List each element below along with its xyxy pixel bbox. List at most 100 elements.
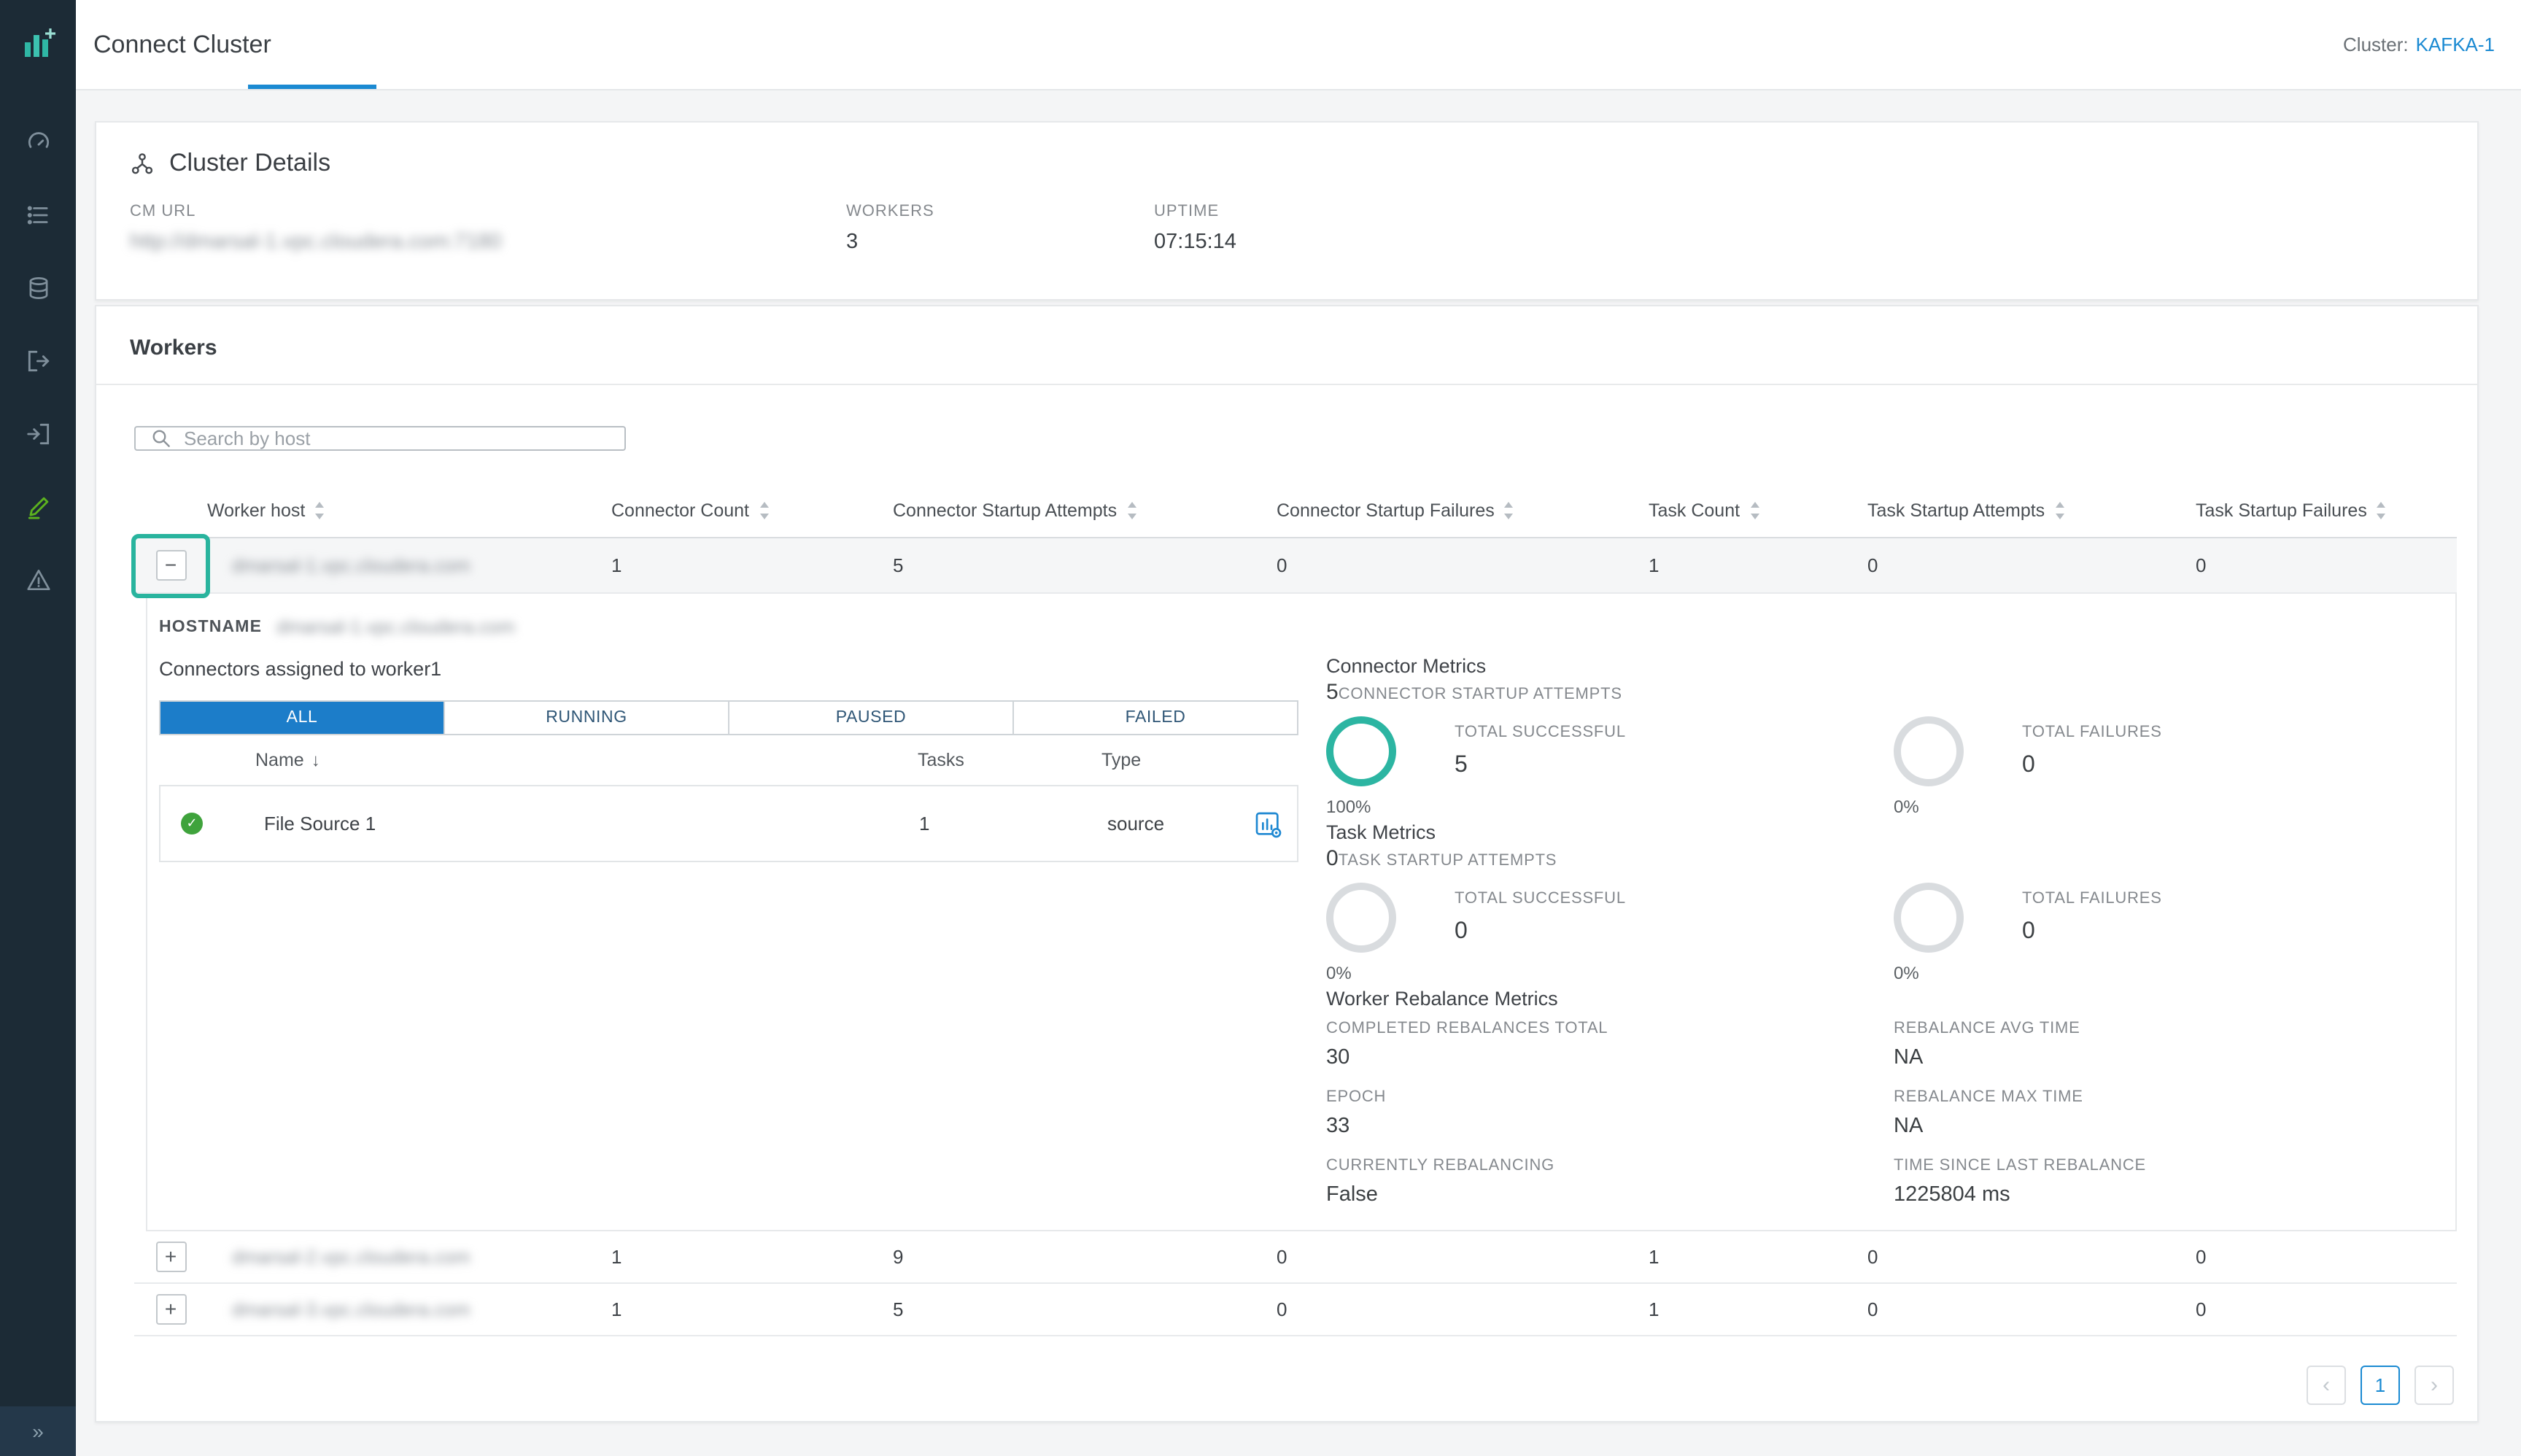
workers-section-title: Workers	[96, 306, 2477, 385]
hostname-label: HOSTNAME	[159, 618, 262, 635]
sort-desc-icon: ↓	[311, 750, 320, 770]
workers-card: Workers Worker host	[95, 305, 2479, 1422]
tab-running[interactable]: RUNNING	[444, 702, 728, 734]
cluster-details-card: Cluster Details CM URL http://dmarsal-1.…	[95, 121, 2479, 301]
database-icon	[24, 274, 52, 301]
metric-label: EPOCH	[1326, 1088, 1894, 1106]
sort-icon	[2053, 501, 2065, 519]
sidebar-item-topics[interactable]	[0, 178, 76, 251]
worker-row-3[interactable]: + dmarsal-3.vpc.cloudera.com 1 5 0 1 0 0	[134, 1284, 2457, 1336]
sidebar-item-overview[interactable]	[0, 105, 76, 178]
cluster-details-header: Cluster Details	[130, 149, 2444, 178]
worker-row-2[interactable]: + dmarsal-2.vpc.cloudera.com 1 9 0 1 0 0	[134, 1231, 2457, 1284]
search-icon	[150, 427, 172, 449]
task-startup-failures: 0	[2196, 1246, 2457, 1268]
column-header-worker-host[interactable]: Worker host	[207, 500, 611, 520]
column-header-connector-startup-failures[interactable]: Connector Startup Failures	[1277, 500, 1649, 520]
epoch-metric: EPOCH 33	[1326, 1088, 1894, 1138]
sidebar-item-consumer-groups[interactable]	[0, 324, 76, 397]
task-success-metric: 0% TOTAL SUCCESSFUL 0	[1326, 883, 1894, 983]
search-input[interactable]	[184, 427, 610, 449]
column-header-task-count[interactable]: Task Count	[1649, 500, 1867, 520]
connector-startup-failures: 0	[1277, 1246, 1649, 1268]
task-count: 1	[1649, 1298, 1867, 1320]
metric-value: 1225804 ms	[1894, 1183, 2432, 1207]
connector-startup-attempts: 5	[893, 554, 1277, 576]
connector-name: File Source 1	[264, 813, 376, 835]
cluster-label: Cluster:	[2343, 34, 2409, 55]
success-labels: TOTAL SUCCESSFUL 0	[1455, 883, 1626, 983]
success-labels: TOTAL SUCCESSFUL 5	[1455, 716, 1626, 817]
connector-success-metric: 100% TOTAL SUCCESSFUL 5	[1326, 716, 1894, 817]
column-header-task-startup-attempts[interactable]: Task Startup Attempts	[1867, 500, 2196, 520]
column-header-type[interactable]: Type	[1101, 750, 1298, 770]
page-number-button[interactable]: 1	[2361, 1366, 2400, 1405]
sidebar-item-producers[interactable]	[0, 397, 76, 470]
failures-percent: 0%	[1894, 963, 1964, 983]
arrow-in-icon	[24, 419, 52, 447]
sidebar-item-connect[interactable]	[0, 470, 76, 543]
sort-icon	[758, 501, 770, 519]
column-header-connector-startup-attempts[interactable]: Connector Startup Attempts	[893, 500, 1277, 520]
column-header-task-startup-failures[interactable]: Task Startup Failures	[2196, 500, 2457, 520]
expand-row-button[interactable]: +	[155, 1242, 186, 1272]
column-header-connector-count[interactable]: Connector Count	[611, 500, 893, 520]
total-failures-value: 0	[2022, 919, 2162, 945]
failures-percent: 0%	[1894, 797, 1964, 817]
uptime-value: 07:15:14	[1154, 231, 1236, 254]
success-donut-chart	[1326, 883, 1396, 953]
status-running-icon: ✓	[181, 813, 203, 835]
expand-row-button[interactable]: +	[155, 1294, 186, 1325]
sidebar-nav	[0, 105, 76, 616]
connector-type: source	[1107, 813, 1164, 835]
metric-value: NA	[1894, 1046, 2432, 1069]
cluster-name-link[interactable]: KAFKA-1	[2416, 34, 2495, 55]
column-header-tasks[interactable]: Tasks	[918, 750, 1101, 770]
uptime-field: UPTIME 07:15:14	[1154, 203, 1236, 254]
column-header-name[interactable]: Name ↓	[159, 750, 918, 770]
failures-donut-chart	[1894, 883, 1964, 953]
connectors-table-header: Name ↓ Tasks Type	[159, 735, 1298, 785]
worker-row-1[interactable]: − dmarsal-1.vpc.cloudera.com 1 5 0 1 0 0	[134, 538, 2457, 594]
sort-icon	[1126, 501, 1137, 519]
active-tab-indicator	[248, 85, 376, 89]
success-percent: 100%	[1326, 797, 1396, 817]
workers-label: WORKERS	[846, 203, 1154, 220]
connector-row[interactable]: ✓ File Source 1 1 source	[159, 785, 1298, 862]
currently-rebalancing-metric: CURRENTLY REBALANCING False	[1326, 1157, 1894, 1207]
pagination: ‹ 1 ›	[134, 1336, 2457, 1422]
sidebar-item-alerts[interactable]	[0, 543, 76, 616]
connector-count: 1	[611, 1298, 893, 1320]
sidebar-item-brokers[interactable]	[0, 251, 76, 324]
smm-logo-icon	[19, 25, 57, 63]
app-logo[interactable]	[0, 0, 76, 88]
sidebar-expand-button[interactable]: »	[0, 1406, 76, 1456]
total-failures-value: 0	[2022, 753, 2162, 779]
column-label: Name	[255, 750, 304, 770]
metrics-panel: Connector Metrics 5 CONNECTOR STARTUP AT…	[1326, 655, 2432, 1207]
expand-cell: −	[134, 538, 207, 592]
connector-startup-attempts: 9	[893, 1246, 1277, 1268]
metric-label: REBALANCE AVG TIME	[1894, 1020, 2432, 1037]
metric-value: False	[1326, 1183, 1894, 1207]
success-donut-chart	[1326, 716, 1396, 786]
tab-all[interactable]: ALL	[160, 702, 444, 734]
arrow-out-icon	[24, 346, 52, 374]
completed-rebalances-metric: COMPLETED REBALANCES TOTAL 30	[1326, 1020, 1894, 1069]
task-count: 1	[1649, 1246, 1867, 1268]
uptime-label: UPTIME	[1154, 203, 1236, 220]
main-area: Connect Cluster Cluster: KAFKA-1 Cluster…	[76, 0, 2521, 1456]
cluster-icon	[130, 151, 155, 176]
prev-page-button[interactable]: ‹	[2307, 1366, 2346, 1405]
total-successful-label: TOTAL SUCCESSFUL	[1455, 724, 1626, 741]
tab-failed[interactable]: FAILED	[1012, 702, 1297, 734]
connector-profile-button[interactable]	[1253, 809, 1282, 838]
total-failures-label: TOTAL FAILURES	[2022, 724, 2162, 741]
tab-paused[interactable]: PAUSED	[728, 702, 1012, 734]
column-label: Worker host	[207, 500, 305, 520]
next-page-button[interactable]: ›	[2414, 1366, 2454, 1405]
time-since-last-rebalance-metric: TIME SINCE LAST REBALANCE 1225804 ms	[1894, 1157, 2432, 1207]
total-failures-label: TOTAL FAILURES	[2022, 890, 2162, 907]
expand-cell: +	[134, 1231, 207, 1282]
collapse-row-button[interactable]: −	[155, 550, 186, 581]
